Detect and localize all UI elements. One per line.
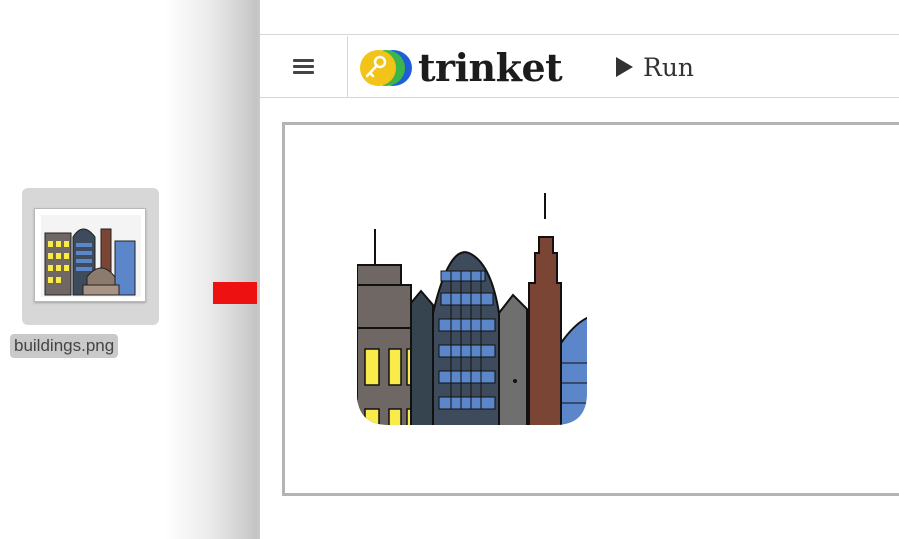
output-canvas[interactable] <box>282 122 899 496</box>
trinket-key-logo-icon <box>360 50 412 86</box>
image-file-thumbnail-icon <box>34 208 146 302</box>
menu-button[interactable] <box>260 36 348 97</box>
toolbar: trinket Run <box>260 36 899 98</box>
trinket-logo[interactable]: trinket <box>358 45 563 90</box>
hamburger-menu-icon <box>293 58 314 75</box>
file-name-label: buildings.png <box>10 334 119 358</box>
run-label: Run <box>643 52 695 82</box>
run-button[interactable]: Run <box>616 50 694 84</box>
file-icon-buildings[interactable] <box>22 188 159 325</box>
trinket-window: trinket Run <box>260 0 899 539</box>
play-icon <box>616 57 633 77</box>
buildings-sprite <box>357 193 587 425</box>
window-top-strip <box>260 0 899 35</box>
brand-name: trinket <box>418 45 563 90</box>
